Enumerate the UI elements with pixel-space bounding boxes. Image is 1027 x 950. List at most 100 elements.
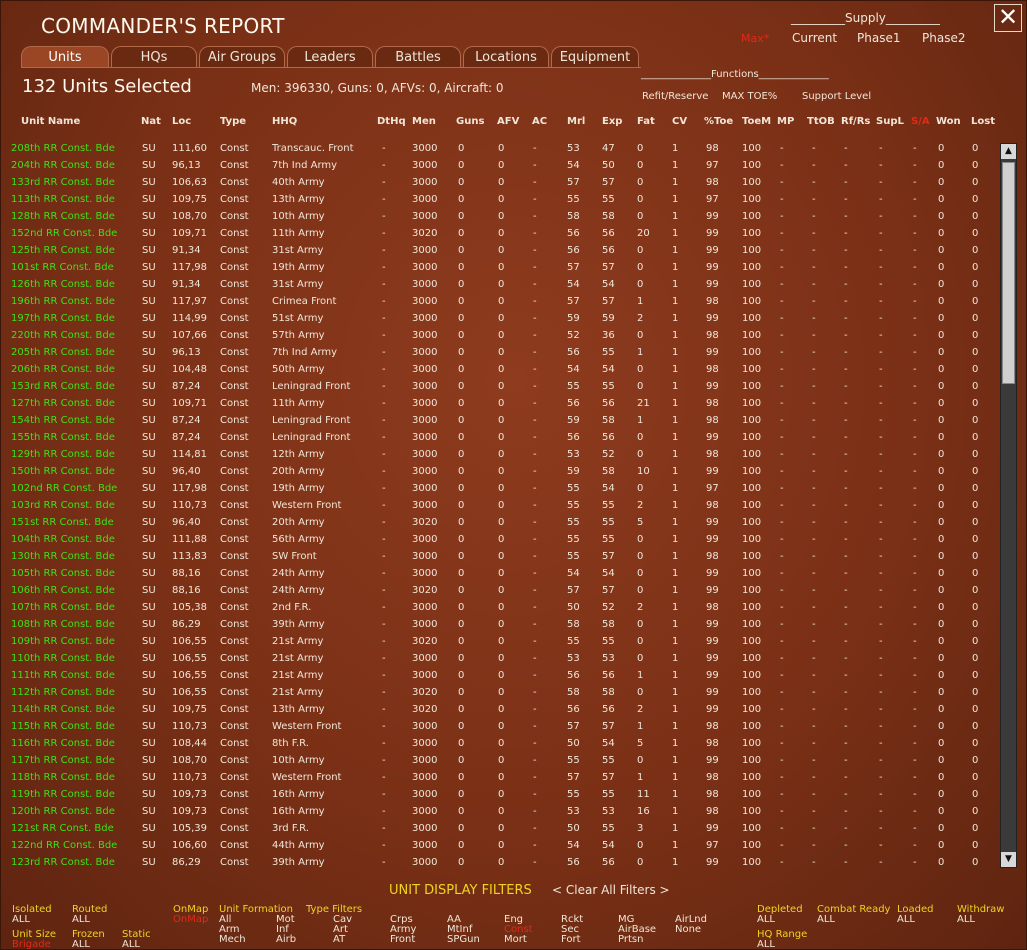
- col-header-lost[interactable]: Lost: [971, 116, 995, 127]
- filter-option[interactable]: Mort: [504, 934, 527, 945]
- cell-unit-name[interactable]: 204th RR Const. Bde: [11, 160, 115, 171]
- cell-unit-name[interactable]: 133rd RR Const. Bde: [11, 177, 115, 188]
- tab-leaders[interactable]: Leaders: [287, 46, 373, 68]
- col-header-afv[interactable]: AFV: [497, 116, 519, 127]
- cell-unit-name[interactable]: 107th RR Const. Bde: [11, 602, 115, 613]
- table-row[interactable]: 114th RR Const. Bde SU 109,75 Const 13th Arm…: [1, 702, 996, 719]
- col-header-toem[interactable]: ToeM: [742, 116, 771, 127]
- table-row[interactable]: 151st RR Const. Bde SU 96,40 Const 20th Army…: [1, 515, 996, 532]
- cell-unit-name[interactable]: 123rd RR Const. Bde: [11, 857, 115, 868]
- cell-unit-name[interactable]: 127th RR Const. Bde: [11, 398, 115, 409]
- max-toe-button[interactable]: MAX TOE%: [722, 91, 777, 102]
- col-header-mp[interactable]: MP: [777, 116, 794, 127]
- table-row[interactable]: 205th RR Const. Bde SU 96,13 Const 7th Ind A…: [1, 345, 996, 362]
- cell-unit-name[interactable]: 126th RR Const. Bde: [11, 279, 115, 290]
- col-header-nat[interactable]: Nat: [141, 116, 161, 127]
- filter-option[interactable]: ALL: [72, 914, 90, 925]
- table-row[interactable]: 220th RR Const. Bde SU 107,66 Const 57th Arm…: [1, 328, 996, 345]
- table-row[interactable]: 118th RR Const. Bde SU 110,73 Const Western …: [1, 770, 996, 787]
- col-header-won[interactable]: Won: [936, 116, 961, 127]
- table-row[interactable]: 120th RR Const. Bde SU 109,73 Const 16th Arm…: [1, 804, 996, 821]
- cell-unit-name[interactable]: 153rd RR Const. Bde: [11, 381, 115, 392]
- col-header-pct-toe[interactable]: %Toe: [704, 116, 733, 127]
- col-header-fat[interactable]: Fat: [637, 116, 655, 127]
- cell-unit-name[interactable]: 117th RR Const. Bde: [11, 755, 115, 766]
- table-row[interactable]: 115th RR Const. Bde SU 110,73 Const Western …: [1, 719, 996, 736]
- table-row[interactable]: 111th RR Const. Bde SU 106,55 Const 21st Arm…: [1, 668, 996, 685]
- tab-units[interactable]: Units: [21, 46, 109, 68]
- table-row[interactable]: 129th RR Const. Bde SU 114,81 Const 12th Arm…: [1, 447, 996, 464]
- cell-unit-name[interactable]: 119th RR Const. Bde: [11, 789, 115, 800]
- cell-unit-name[interactable]: 115th RR Const. Bde: [11, 721, 115, 732]
- table-row[interactable]: 113th RR Const. Bde SU 109,75 Const 13th Arm…: [1, 192, 996, 209]
- cell-unit-name[interactable]: 103rd RR Const. Bde: [11, 500, 115, 511]
- cell-unit-name[interactable]: 105th RR Const. Bde: [11, 568, 115, 579]
- table-row[interactable]: 126th RR Const. Bde SU 91,34 Const 31st Army…: [1, 277, 996, 294]
- col-header-supl[interactable]: SupL: [876, 116, 904, 127]
- col-header-type[interactable]: Type: [220, 116, 246, 127]
- table-row[interactable]: 206th RR Const. Bde SU 104,48 Const 50th Arm…: [1, 362, 996, 379]
- supply-phase2-button[interactable]: Phase2: [922, 31, 965, 45]
- filter-option[interactable]: ALL: [12, 914, 30, 925]
- cell-unit-name[interactable]: 111th RR Const. Bde: [11, 670, 115, 681]
- cell-unit-name[interactable]: 104th RR Const. Bde: [11, 534, 115, 545]
- cell-unit-name[interactable]: 130th RR Const. Bde: [11, 551, 115, 562]
- cell-unit-name[interactable]: 125th RR Const. Bde: [11, 245, 115, 256]
- table-row[interactable]: 197th RR Const. Bde SU 114,99 Const 51st Arm…: [1, 311, 996, 328]
- clear-all-filters-button[interactable]: < Clear All Filters >: [552, 883, 670, 897]
- scroll-down-arrow-icon[interactable]: ▼: [1001, 852, 1016, 867]
- table-row[interactable]: 150th RR Const. Bde SU 96,40 Const 20th Army…: [1, 464, 996, 481]
- filter-option[interactable]: None: [675, 924, 701, 935]
- table-row[interactable]: 121st RR Const. Bde SU 105,39 Const 3rd F.R.…: [1, 821, 996, 838]
- filter-option[interactable]: Front: [390, 934, 415, 945]
- cell-unit-name[interactable]: 128th RR Const. Bde: [11, 211, 115, 222]
- cell-unit-name[interactable]: 110th RR Const. Bde: [11, 653, 115, 664]
- table-row[interactable]: 155th RR Const. Bde SU 87,24 Const Leningrad…: [1, 430, 996, 447]
- filter-option[interactable]: AT: [333, 934, 345, 945]
- cell-unit-name[interactable]: 205th RR Const. Bde: [11, 347, 115, 358]
- col-header-mrl[interactable]: Mrl: [567, 116, 585, 127]
- scroll-up-arrow-icon[interactable]: ▲: [1001, 144, 1016, 159]
- table-row[interactable]: 196th RR Const. Bde SU 117,97 Const Crimea F…: [1, 294, 996, 311]
- table-row[interactable]: 154th RR Const. Bde SU 87,24 Const Leningrad…: [1, 413, 996, 430]
- tab-battles[interactable]: Battles: [375, 46, 461, 68]
- table-row[interactable]: 112th RR Const. Bde SU 106,55 Const 21st Arm…: [1, 685, 996, 702]
- table-row[interactable]: 125th RR Const. Bde SU 91,34 Const 31st Army…: [1, 243, 996, 260]
- table-row[interactable]: 127th RR Const. Bde SU 109,71 Const 11th Arm…: [1, 396, 996, 413]
- filter-option[interactable]: ALL: [957, 914, 975, 925]
- cell-unit-name[interactable]: 154th RR Const. Bde: [11, 415, 115, 426]
- cell-unit-name[interactable]: 116th RR Const. Bde: [11, 738, 115, 749]
- table-row[interactable]: 104th RR Const. Bde SU 111,88 Const 56th Arm…: [1, 532, 996, 549]
- table-scrollbar[interactable]: ▲ ▼: [1000, 143, 1017, 868]
- close-button[interactable]: ✕: [994, 4, 1022, 32]
- table-row[interactable]: 153rd RR Const. Bde SU 87,24 Const Leningrad…: [1, 379, 996, 396]
- cell-unit-name[interactable]: 106th RR Const. Bde: [11, 585, 115, 596]
- table-row[interactable]: 116th RR Const. Bde SU 108,44 Const 8th F.R.…: [1, 736, 996, 753]
- table-row[interactable]: 110th RR Const. Bde SU 106,55 Const 21st Arm…: [1, 651, 996, 668]
- cell-unit-name[interactable]: 118th RR Const. Bde: [11, 772, 115, 783]
- table-row[interactable]: 106th RR Const. Bde SU 88,16 Const 24th Army…: [1, 583, 996, 600]
- filter-option[interactable]: Prtsn: [618, 934, 643, 945]
- support-level-button[interactable]: Support Level: [802, 91, 871, 102]
- cell-unit-name[interactable]: 122nd RR Const. Bde: [11, 840, 117, 851]
- tab-hqs[interactable]: HQs: [111, 46, 197, 68]
- cell-unit-name[interactable]: 196th RR Const. Bde: [11, 296, 115, 307]
- cell-unit-name[interactable]: 155th RR Const. Bde: [11, 432, 115, 443]
- cell-unit-name[interactable]: 121st RR Const. Bde: [11, 823, 114, 834]
- filter-option[interactable]: Fort: [561, 934, 581, 945]
- filter-option[interactable]: ALL: [72, 939, 90, 949]
- filter-option[interactable]: Airb: [276, 934, 296, 945]
- table-row[interactable]: 102nd RR Const. Bde SU 117,98 Const 19th Arm…: [1, 481, 996, 498]
- cell-unit-name[interactable]: 120th RR Const. Bde: [11, 806, 115, 817]
- col-header-unit-name[interactable]: Unit Name: [21, 116, 80, 127]
- col-header-dthq[interactable]: DtHq: [377, 116, 406, 127]
- filter-option[interactable]: Brigade: [12, 939, 51, 949]
- refit-reserve-button[interactable]: Refit/Reserve: [642, 91, 708, 102]
- table-row[interactable]: 109th RR Const. Bde SU 106,55 Const 21st Arm…: [1, 634, 996, 651]
- col-header-loc[interactable]: Loc: [172, 116, 191, 127]
- cell-unit-name[interactable]: 112th RR Const. Bde: [11, 687, 115, 698]
- table-row[interactable]: 123rd RR Const. Bde SU 86,29 Const 39th Army…: [1, 855, 996, 872]
- cell-unit-name[interactable]: 220th RR Const. Bde: [11, 330, 115, 341]
- cell-unit-name[interactable]: 101st RR Const. Bde: [11, 262, 114, 273]
- cell-unit-name[interactable]: 113th RR Const. Bde: [11, 194, 115, 205]
